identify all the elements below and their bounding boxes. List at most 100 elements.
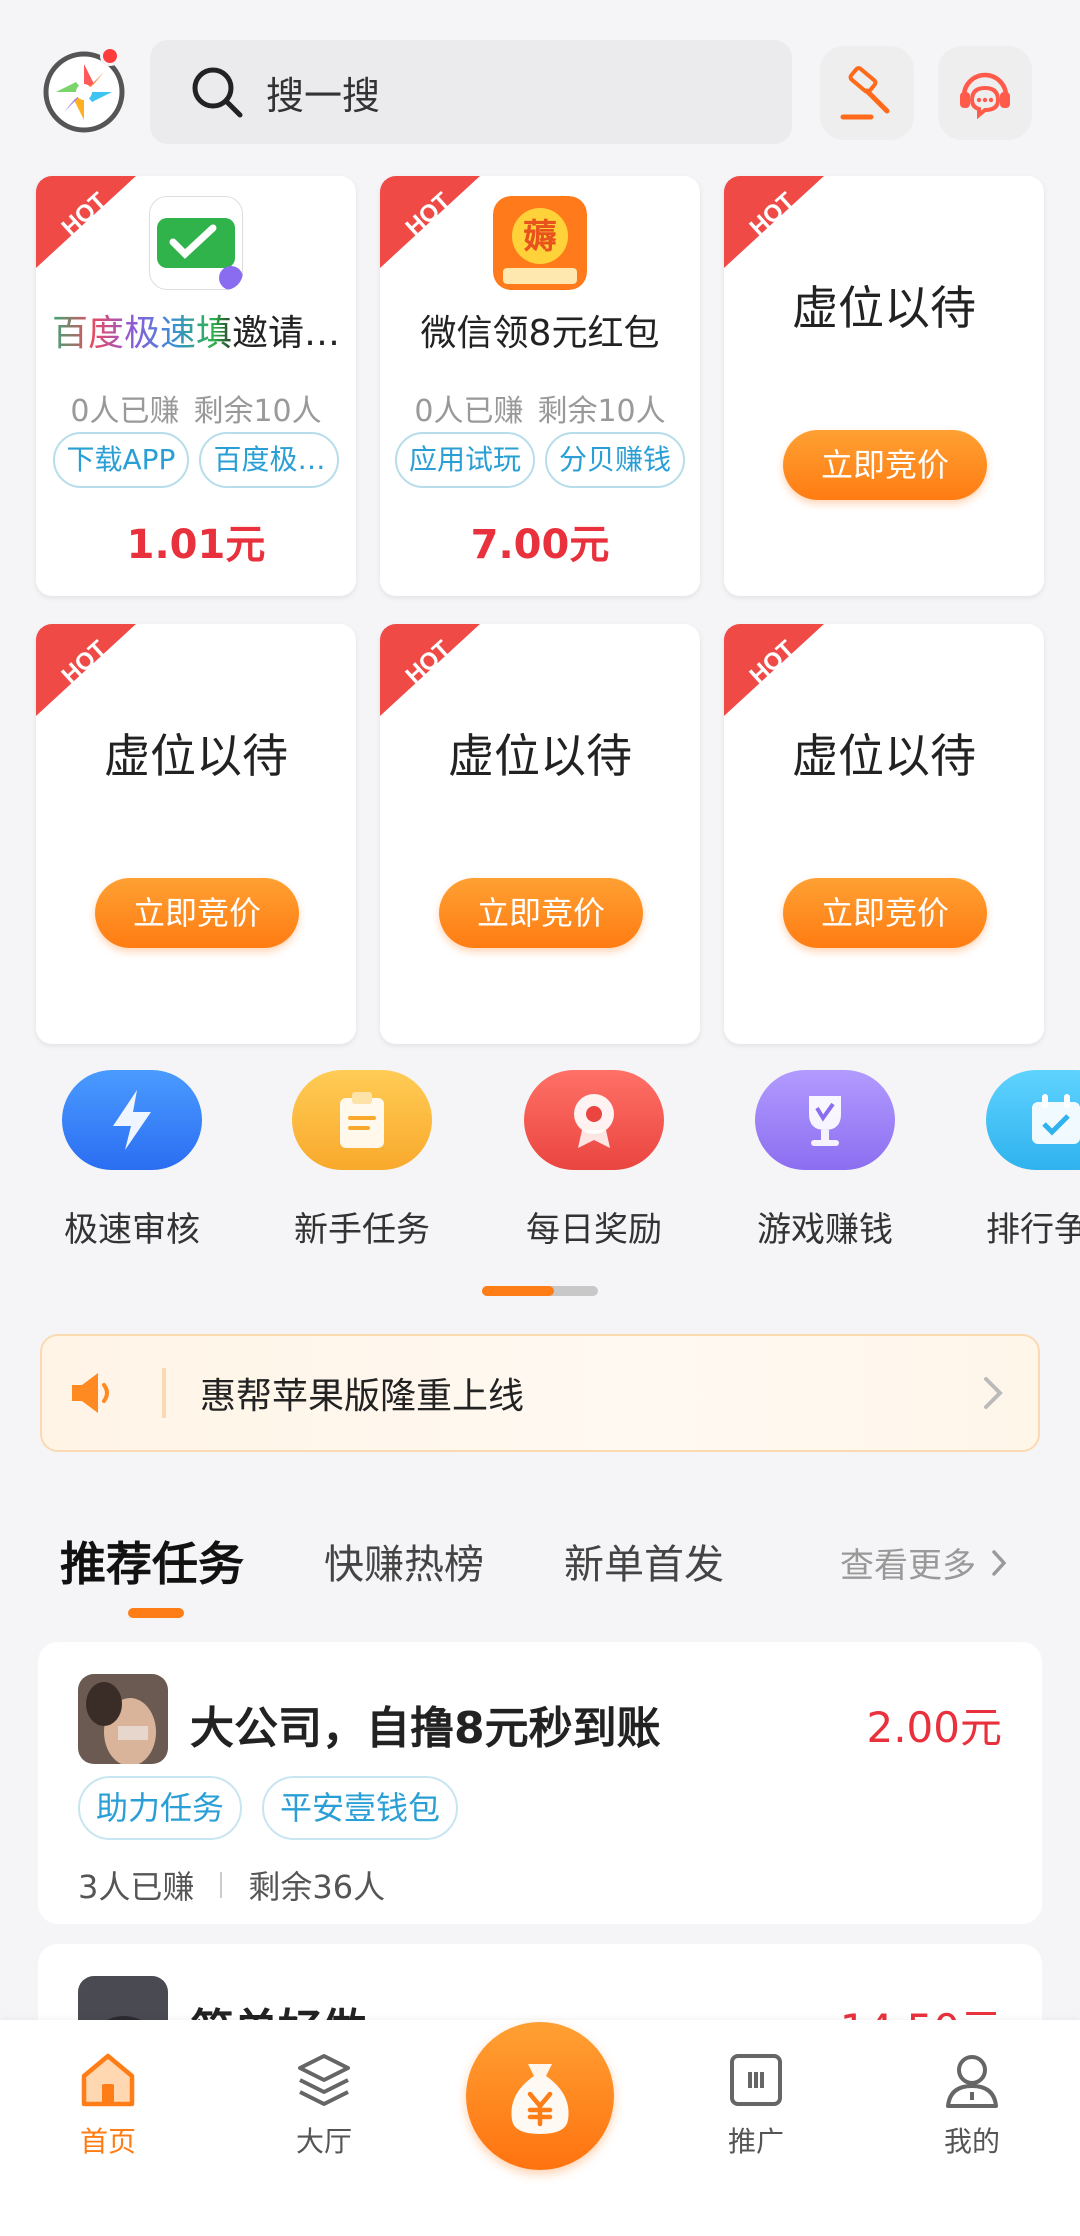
vacant-bid-card: HOT 虚位以待 立即竞价 <box>36 624 356 1044</box>
nav-label: 大厅 <box>295 2125 352 2158</box>
nav-label: 首页 <box>79 2125 136 2158</box>
announcement-bar[interactable]: 惠帮苹果版隆重上线 <box>40 1334 1040 1452</box>
home-icon <box>81 2053 135 2107</box>
divider <box>162 1368 166 1418</box>
vacant-bid-card: HOT 虚位以待 立即竞价 <box>724 624 1044 1044</box>
earned-count: 0人已赚 <box>414 394 524 429</box>
carousel-indicator <box>482 1286 598 1296</box>
tag: 分贝赚钱 <box>545 432 686 488</box>
bid-now-button[interactable]: 立即竞价 <box>439 878 643 948</box>
bid-now-button[interactable]: 立即竞价 <box>783 430 987 500</box>
speaker-icon <box>72 1373 109 1413</box>
notification-dot <box>100 46 120 66</box>
user-icon <box>946 2055 998 2108</box>
headset-icon <box>960 72 1010 120</box>
bid-card-title: 微信领8元红包 <box>420 313 660 354</box>
gavel-icon <box>840 66 890 120</box>
header: 搜一搜 <box>0 0 1080 170</box>
search-bar[interactable]: 搜一搜 <box>150 40 792 144</box>
tag: 应用试玩 <box>394 432 535 488</box>
bid-card[interactable]: HOT 薅 微信领8元红包 0人已赚 剩余10人 应用试玩 分贝赚钱 7.00元 <box>380 176 700 596</box>
nav-label: 推广 <box>727 2125 784 2158</box>
vacant-bid-card: HOT 虚位以待 立即竞价 <box>380 624 700 1044</box>
bid-card-stats: 0人已赚 剩余10人 <box>380 386 700 430</box>
active-tab-underline <box>128 1608 184 1618</box>
bid-card-stats: 0人已赚 剩余10人 <box>36 386 356 430</box>
category-label: 每日奖励 <box>526 1210 662 1250</box>
remaining-count: 剩余10人 <box>537 394 666 429</box>
bid-card-tags: 下载APP 百度极… <box>36 432 356 488</box>
hot-ribbon: HOT <box>724 176 824 268</box>
promote-icon <box>730 2054 782 2106</box>
task-card[interactable]: 大公司，自撸8元秒到账 2.00元 助力任务 平安壹钱包 3人已赚 剩余36人 <box>38 1642 1042 1924</box>
category-fast-review[interactable]: 极速审核 <box>42 1070 222 1260</box>
category-label: 极速审核 <box>64 1210 200 1250</box>
task-stats: 3人已赚 剩余36人 <box>78 1862 385 1908</box>
trophy-icon <box>755 1070 895 1170</box>
task-price: 2.00元 <box>866 1703 1002 1752</box>
red-packet-task-icon: 薅 <box>493 196 587 290</box>
center-earn-button[interactable] <box>466 2022 614 2170</box>
search-placeholder: 搜一搜 <box>266 73 381 118</box>
category-newbie-task[interactable]: 新手任务 <box>272 1070 452 1260</box>
view-more-label: 查看更多 <box>840 1546 976 1586</box>
tab-recommended[interactable]: 推荐任务 <box>60 1528 244 1594</box>
task-avatar <box>78 1674 168 1764</box>
bid-now-button[interactable]: 立即竞价 <box>95 878 299 948</box>
vacant-bid-card: HOT 虚位以待 立即竞价 <box>724 176 1044 596</box>
layers-icon <box>298 2054 350 2106</box>
remaining-count: 剩余10人 <box>193 394 322 429</box>
medal-icon <box>524 1070 664 1170</box>
task-title: 大公司，自撸8元秒到账 <box>190 1703 661 1754</box>
tab-hot-list[interactable]: 快赚热榜 <box>324 1532 484 1590</box>
bid-card-price: 7.00元 <box>470 522 610 568</box>
bid-card-title: 百度极速填邀请… <box>44 304 348 356</box>
vacant-title: 虚位以待 <box>792 729 976 783</box>
announcement-text: 惠帮苹果版隆重上线 <box>200 1376 525 1417</box>
remaining-count: 剩余36人 <box>248 1868 386 1906</box>
vacant-title: 虚位以待 <box>792 281 976 335</box>
bid-card-price: 1.01元 <box>126 522 266 568</box>
vacant-title: 虚位以待 <box>448 729 632 783</box>
vacant-title: 虚位以待 <box>104 729 288 783</box>
nav-home[interactable]: 首页 <box>38 2050 178 2160</box>
tag: 平安壹钱包 <box>262 1776 459 1840</box>
tag: 下载APP <box>52 432 190 488</box>
search-icon <box>192 67 243 118</box>
calendar-icon <box>986 1070 1080 1170</box>
carousel-indicator-fill <box>482 1286 554 1296</box>
chevron-right-icon <box>992 1549 1007 1576</box>
money-bag-icon <box>511 2064 569 2134</box>
nav-label: 我的 <box>943 2125 1000 2158</box>
bid-now-button[interactable]: 立即竞价 <box>783 878 987 948</box>
hot-ribbon: HOT <box>36 176 136 268</box>
view-more-link[interactable]: 查看更多 <box>840 1538 1008 1587</box>
chevron-right-icon <box>984 1377 1003 1409</box>
tab-new-orders[interactable]: 新单首发 <box>564 1532 724 1590</box>
category-daily-reward[interactable]: 每日奖励 <box>504 1070 684 1260</box>
wechat-task-icon <box>149 196 243 290</box>
category-label: 新手任务 <box>294 1210 430 1250</box>
tag: 百度极… <box>199 432 340 488</box>
hot-ribbon: HOT <box>380 624 480 716</box>
nav-hall[interactable]: 大厅 <box>254 2050 394 2160</box>
auction-button[interactable] <box>820 46 914 140</box>
task-tags: 助力任务 平安壹钱包 <box>78 1776 459 1840</box>
category-ranking[interactable]: 排行争 <box>966 1070 1080 1260</box>
hot-ribbon: HOT <box>380 176 480 268</box>
nav-profile[interactable]: 我的 <box>902 2050 1042 2160</box>
earned-count: 0人已赚 <box>70 394 180 429</box>
bid-card-title-text: 百度极速填邀请… <box>51 313 340 354</box>
svg-text:薅: 薅 <box>523 217 557 257</box>
category-game-earn[interactable]: 游戏赚钱 <box>735 1070 915 1260</box>
nav-promote[interactable]: 推广 <box>686 2050 826 2160</box>
bid-card-tags: 应用试玩 分贝赚钱 <box>380 432 700 488</box>
earned-count: 3人已赚 <box>78 1868 195 1906</box>
tag: 助力任务 <box>78 1776 243 1840</box>
clipboard-icon <box>292 1070 432 1170</box>
hot-ribbon: HOT <box>724 624 824 716</box>
bid-card[interactable]: HOT 百度极速填邀请… 0人已赚 剩余10人 下载APP 百度极… 1.01元 <box>36 176 356 596</box>
customer-service-button[interactable] <box>938 46 1032 140</box>
lightning-icon <box>62 1070 202 1170</box>
category-label: 排行争 <box>986 1210 1080 1250</box>
